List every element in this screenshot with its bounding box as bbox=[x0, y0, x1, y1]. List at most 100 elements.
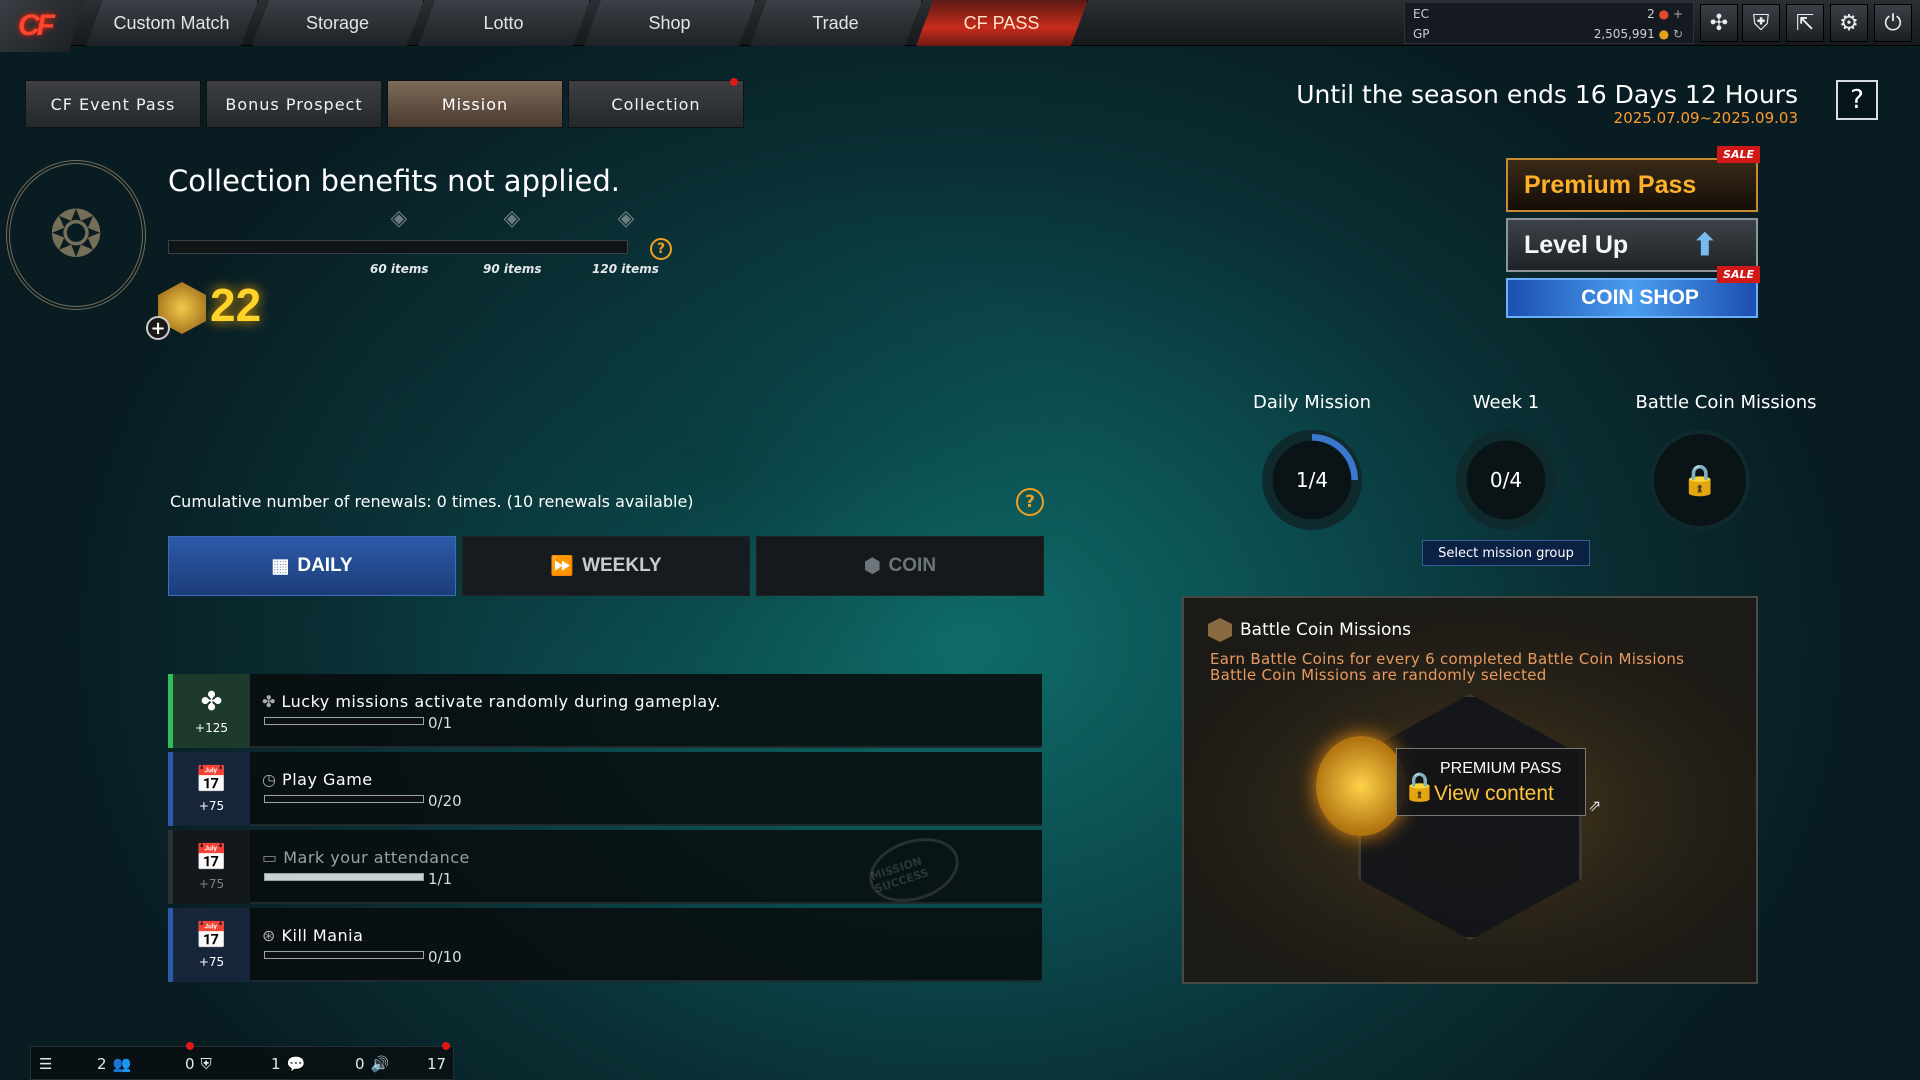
ec-value: 2 bbox=[1647, 7, 1655, 21]
view-content-link[interactable]: View content bbox=[1434, 782, 1554, 806]
season-timer: Until the season ends 16 Days 12 Hours 2… bbox=[1296, 80, 1798, 127]
tab-custom-match[interactable]: Custom Match bbox=[86, 0, 258, 46]
bottom-status-bar: ☰ 2 👥 0 ⛨ 1 💬 0 🔊 17 bbox=[30, 1046, 454, 1080]
tab-trade[interactable]: Trade bbox=[750, 0, 922, 46]
notification-dot bbox=[186, 1042, 194, 1050]
level-up-button[interactable]: Level Up ⬆ bbox=[1506, 218, 1758, 272]
premium-pass-button[interactable]: Premium Pass SALE bbox=[1506, 146, 1760, 212]
week-1-progress-ring[interactable]: 0/4 bbox=[1456, 430, 1556, 530]
week-1-value: 0/4 bbox=[1489, 468, 1523, 492]
clan-icon[interactable]: ✣ bbox=[1700, 4, 1738, 42]
calendar-icon: ▦ bbox=[271, 555, 290, 577]
mission-row[interactable]: 📅 +75 ⊛ Kill Mania 0/10 bbox=[168, 908, 1042, 982]
mission-points: +75 bbox=[198, 799, 225, 813]
lock-icon: 🔒 bbox=[1681, 462, 1719, 498]
premium-pass-label: Premium Pass bbox=[1524, 170, 1697, 199]
subtab-cf-event-pass[interactable]: CF Event Pass bbox=[25, 80, 201, 128]
mission-progress-text: 0/20 bbox=[428, 792, 462, 810]
level-up-label: Level Up bbox=[1524, 230, 1629, 259]
subtab-mission[interactable]: Mission bbox=[387, 80, 563, 128]
milestone-2-icon: ◈ bbox=[503, 206, 521, 231]
mission-row[interactable]: 📅 +75 ▭ Mark your attendance 1/1 MISSION… bbox=[168, 827, 1042, 913]
menu-icon[interactable]: ☰ bbox=[39, 1055, 52, 1073]
mission-progress-bar bbox=[264, 873, 424, 881]
lucky-icon: ✤ bbox=[262, 692, 282, 711]
mission-points: +75 bbox=[198, 877, 225, 891]
milestone-60-label: 60 items bbox=[370, 262, 429, 276]
tab-cf-pass[interactable]: CF PASS bbox=[916, 0, 1088, 46]
exit-icon[interactable]: ⇱ bbox=[1786, 4, 1824, 42]
subtab-bonus-prospect[interactable]: Bonus Prospect bbox=[206, 80, 382, 128]
select-mission-group-button[interactable]: Select mission group bbox=[1422, 540, 1590, 566]
tab-coin-label: COIN bbox=[888, 555, 937, 576]
mission-name: ▭ Mark your attendance bbox=[262, 848, 470, 867]
clover-icon: ✤ bbox=[200, 687, 223, 717]
subtab-collection[interactable]: Collection bbox=[568, 80, 744, 128]
ec-add-icon[interactable]: + bbox=[1673, 7, 1683, 21]
mission-row[interactable]: ✤ +125 ✤ Lucky missions activate randoml… bbox=[168, 674, 1042, 748]
currency-panel: EC 2 ● + GP 2,505,991 ● ↻ bbox=[1404, 2, 1694, 44]
crosshair-icon: ⊛ bbox=[262, 926, 282, 945]
mission-progress-bar bbox=[264, 951, 424, 959]
gp-label: GP bbox=[1413, 27, 1430, 41]
week-1-title: Week 1 bbox=[1472, 392, 1540, 413]
gp-value: 2,505,991 bbox=[1593, 27, 1655, 41]
tab-lotto[interactable]: Lotto bbox=[418, 0, 590, 46]
milestone-90-label: 90 items bbox=[483, 262, 542, 276]
battle-coin-icon bbox=[1208, 618, 1232, 642]
mission-reward: 📅 +75 bbox=[168, 830, 250, 904]
tab-daily[interactable]: ▦ DAILY bbox=[168, 536, 456, 596]
calendar-icon: 📅 bbox=[195, 843, 228, 873]
premium-medal-icon bbox=[1316, 736, 1406, 836]
collection-status-title: Collection benefits not applied. bbox=[168, 164, 620, 198]
help-button[interactable]: ? bbox=[1836, 80, 1878, 120]
collection-count: 22 bbox=[210, 279, 262, 331]
mission-progress-text: 0/10 bbox=[428, 948, 462, 966]
gp-refresh-icon[interactable]: ↻ bbox=[1673, 27, 1683, 41]
tab-weekly-label: WEEKLY bbox=[582, 555, 662, 576]
power-icon[interactable]: ⏻ bbox=[1874, 4, 1912, 42]
daily-mission-value: 1/4 bbox=[1295, 468, 1329, 492]
mission-points: +125 bbox=[195, 721, 228, 735]
tab-coin[interactable]: ⬢ COIN bbox=[756, 536, 1044, 596]
notification-dot bbox=[730, 78, 738, 86]
external-link-icon[interactable]: ⇗ bbox=[1588, 796, 1601, 815]
sale-badge: SALE bbox=[1717, 146, 1760, 163]
shield-icon[interactable]: ⛨ bbox=[1742, 4, 1780, 42]
up-arrow-icon: ⬆ bbox=[1692, 228, 1718, 262]
friends-icon[interactable]: 👥 bbox=[113, 1055, 132, 1073]
mission-name: ◷ Play Game bbox=[262, 770, 373, 789]
mission-row[interactable]: 📅 +75 ◷ Play Game 0/20 bbox=[168, 752, 1042, 826]
collection-add-button[interactable]: + bbox=[146, 316, 170, 340]
renewals-help-icon[interactable]: ? bbox=[1016, 488, 1044, 516]
tab-storage[interactable]: Storage bbox=[252, 0, 424, 46]
collection-progress-bar bbox=[168, 240, 628, 254]
tab-daily-label: DAILY bbox=[297, 555, 353, 576]
collection-help-icon[interactable]: ? bbox=[650, 238, 672, 260]
milestone-120-label: 120 items bbox=[592, 262, 659, 276]
mission-progress-text: 0/1 bbox=[428, 714, 453, 732]
milestone-3-icon: ◈ bbox=[617, 206, 635, 231]
tab-shop[interactable]: Shop bbox=[584, 0, 756, 46]
ec-label: EC bbox=[1413, 7, 1429, 21]
fast-forward-icon: ⏩ bbox=[550, 556, 575, 577]
battle-coin-missions-ring[interactable]: 🔒 bbox=[1650, 430, 1750, 530]
chat-icon[interactable]: 💬 bbox=[287, 1055, 306, 1073]
settings-icon[interactable]: ⚙ bbox=[1830, 4, 1868, 42]
speaker-icon[interactable]: 🔊 bbox=[371, 1055, 390, 1073]
notification-count[interactable]: 17 bbox=[427, 1055, 446, 1073]
lock-icon: 🔒 bbox=[1402, 770, 1437, 803]
battle-coin-title: Battle Coin Missions bbox=[1240, 620, 1412, 640]
mission-progress-bar bbox=[264, 795, 424, 803]
daily-mission-progress-ring[interactable]: 1/4 bbox=[1262, 430, 1362, 530]
battle-coin-description-2: Battle Coin Missions are randomly select… bbox=[1210, 666, 1547, 684]
coin-shop-button[interactable]: COIN SHOP SALE bbox=[1506, 266, 1760, 318]
calendar-icon: 📅 bbox=[195, 921, 228, 951]
battle-coin-panel: Battle Coin Missions Earn Battle Coins f… bbox=[1182, 596, 1758, 984]
coin-icon: ⬢ bbox=[863, 555, 881, 577]
friends-count: 2 bbox=[97, 1055, 107, 1073]
mission-name: ⊛ Kill Mania bbox=[262, 926, 364, 945]
shield-icon[interactable]: ⛨ bbox=[201, 1055, 212, 1073]
chat-count: 1 bbox=[271, 1055, 281, 1073]
tab-weekly[interactable]: ⏩ WEEKLY bbox=[462, 536, 750, 596]
